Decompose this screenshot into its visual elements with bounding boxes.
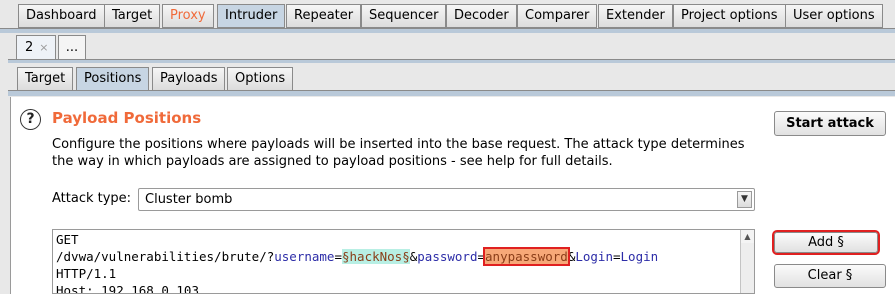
tab-intruder[interactable]: Intruder <box>217 4 286 28</box>
equals-sign: = <box>477 249 486 264</box>
tab-user-options[interactable]: User options <box>785 4 883 28</box>
subtab-options[interactable]: Options <box>227 67 294 91</box>
request-editor[interactable]: GET /dvwa/vulnerabilities/brute/?usernam… <box>52 229 755 294</box>
top-tab-bar: Dashboard Target Proxy Intruder Repeater… <box>0 0 895 30</box>
tab-comparer[interactable]: Comparer <box>517 4 598 28</box>
add-marker-button[interactable]: Add § <box>772 230 880 255</box>
scroll-up-icon[interactable]: ▲ <box>741 230 754 243</box>
payload-marker-username[interactable]: §hackNos§ <box>342 249 410 264</box>
tab-sequencer[interactable]: Sequencer <box>361 4 447 28</box>
attack-type-value: Cluster bomb <box>145 192 233 207</box>
vertical-scrollbar[interactable]: ▲ <box>740 230 754 293</box>
equals-sign: = <box>612 249 621 264</box>
tab-decoder[interactable]: Decoder <box>446 4 517 28</box>
help-icon[interactable]: ? <box>20 109 41 130</box>
param-login-value: Login <box>620 249 659 264</box>
top-tab-underline <box>0 28 895 33</box>
section-description: Configure the positions where payloads w… <box>52 137 745 169</box>
chevron-down-icon[interactable]: ▼ <box>737 191 752 208</box>
payload-selection-password[interactable]: anypassword <box>483 247 570 266</box>
request-line-method: GET <box>56 232 79 247</box>
tab-proxy[interactable]: Proxy <box>162 4 214 28</box>
instance-tab-underline <box>8 59 895 63</box>
tab-extender[interactable]: Extender <box>598 4 673 28</box>
subtab-positions[interactable]: Positions <box>76 67 150 91</box>
tab-project-options[interactable]: Project options <box>673 4 786 28</box>
attack-type-select[interactable]: Cluster bomb ▼ <box>138 188 755 211</box>
instance-tab-2[interactable]: 2 × <box>16 35 56 60</box>
clear-markers-button[interactable]: Clear § <box>774 264 886 288</box>
close-icon[interactable]: × <box>39 41 48 54</box>
equals-sign: = <box>334 249 342 264</box>
subtab-underline <box>8 90 895 96</box>
start-attack-button[interactable]: Start attack <box>774 111 886 136</box>
subtab-payloads[interactable]: Payloads <box>152 67 226 91</box>
request-text: GET /dvwa/vulnerabilities/brute/?usernam… <box>56 231 659 294</box>
new-tab-button[interactable]: ... <box>58 35 86 60</box>
section-title: Payload Positions <box>52 109 202 127</box>
tab-repeater[interactable]: Repeater <box>286 4 362 28</box>
param-password: password <box>417 249 478 264</box>
instance-tab-label: 2 <box>25 40 34 55</box>
tab-target[interactable]: Target <box>104 4 161 28</box>
request-path: /dvwa/vulnerabilities/brute/? <box>56 249 275 264</box>
request-line-host: Host: 192.168.0.103 <box>56 283 199 294</box>
subtab-target[interactable]: Target <box>17 67 74 91</box>
param-login: Login <box>575 249 613 264</box>
request-line-protocol: HTTP/1.1 <box>56 266 117 281</box>
tab-dashboard[interactable]: Dashboard <box>18 4 105 28</box>
attack-type-label: Attack type: <box>52 191 132 206</box>
param-username: username <box>274 249 335 264</box>
